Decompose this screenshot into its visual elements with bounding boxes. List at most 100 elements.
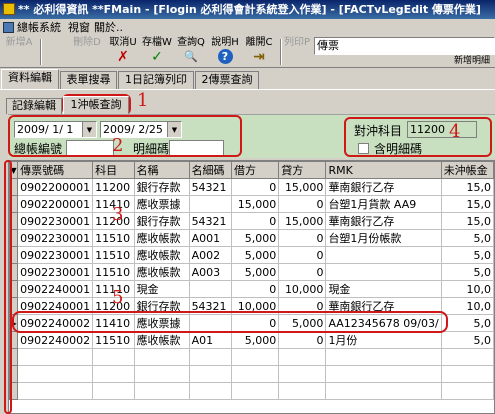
table-cell[interactable]: 5,0 bbox=[440, 263, 494, 281]
menu-window[interactable]: 視窗 bbox=[68, 19, 90, 36]
query-button[interactable]: 查詢Q 🔍 bbox=[174, 37, 208, 67]
column-header[interactable]: 貸方 bbox=[278, 161, 327, 179]
table-cell[interactable]: 10,000 bbox=[278, 280, 327, 298]
table-cell[interactable]: 5,0 bbox=[440, 229, 494, 247]
table-cell[interactable]: 5,0 bbox=[440, 246, 494, 264]
table-cell[interactable]: 華南銀行乙存 bbox=[325, 212, 442, 230]
table-cell[interactable]: 5,000 bbox=[231, 331, 280, 349]
table-row[interactable]: 0902230001 11200 銀行存款 54321 0 15,000 華南銀行乙存 15,… bbox=[9, 212, 494, 230]
help-button[interactable]: 說明H ? bbox=[208, 37, 242, 67]
table-cell[interactable]: 54321 bbox=[188, 212, 233, 230]
table-cell[interactable] bbox=[188, 195, 233, 213]
table-cell[interactable]: 15,0 bbox=[440, 195, 494, 213]
column-header[interactable]: 名細碼 bbox=[188, 161, 233, 179]
tab-form-search[interactable]: 表單搜尋 bbox=[60, 71, 117, 89]
doc-type-select[interactable]: 傳票 bbox=[314, 37, 495, 55]
table-cell[interactable]: 1月份 bbox=[325, 331, 442, 349]
tab-offset-query[interactable]: 1沖帳查詢 bbox=[63, 96, 129, 114]
table-cell[interactable]: 5,000 bbox=[231, 263, 280, 281]
column-header[interactable]: 名稱 bbox=[133, 161, 190, 179]
table-cell[interactable] bbox=[325, 246, 442, 264]
cancel-button[interactable]: 取消U ✗ bbox=[106, 37, 140, 67]
menu-ledger-system[interactable]: 總帳系統 bbox=[17, 19, 61, 36]
table-cell[interactable]: 0 bbox=[278, 229, 327, 247]
table-cell[interactable]: 0 bbox=[231, 178, 280, 196]
table-cell[interactable]: 11510 bbox=[92, 331, 135, 349]
tab-record-edit[interactable]: 記錄編輯 bbox=[6, 98, 62, 114]
menu-about[interactable]: 關於.. bbox=[94, 19, 123, 36]
table-cell[interactable]: 現金 bbox=[133, 280, 190, 298]
table-cell[interactable]: 0 bbox=[231, 212, 280, 230]
print-button[interactable]: 列印P bbox=[282, 37, 312, 67]
table-cell[interactable]: 現金 bbox=[325, 280, 442, 298]
table-cell[interactable]: 應收帳款 bbox=[133, 263, 190, 281]
table-row[interactable]: 0902230001 11510 應收帳款 A001 5,000 0 台塑1月份帳款 5,0 bbox=[9, 229, 494, 247]
table-cell[interactable]: 10,0 bbox=[440, 280, 494, 298]
table-cell[interactable]: 應收帳款 bbox=[133, 246, 190, 264]
table-cell[interactable]: 0902200001 bbox=[17, 178, 94, 196]
column-header[interactable]: 傳票號碼 bbox=[17, 161, 94, 179]
table-cell[interactable]: 0 bbox=[278, 263, 327, 281]
table-cell[interactable]: A002 bbox=[188, 246, 233, 264]
table-cell[interactable]: 15,000 bbox=[278, 212, 327, 230]
table-cell[interactable]: 54321 bbox=[188, 178, 233, 196]
table-cell[interactable]: A003 bbox=[188, 263, 233, 281]
table-cell[interactable]: 應收帳款 bbox=[133, 331, 190, 349]
table-cell[interactable]: 11510 bbox=[92, 229, 135, 247]
table-cell[interactable]: 華南銀行乙存 bbox=[325, 178, 442, 196]
table-cell[interactable]: 台塑1月貨款 AA9 bbox=[325, 195, 442, 213]
table-cell[interactable]: 15,000 bbox=[278, 178, 327, 196]
table-row[interactable]: 0902240001 11110 現金 0 10,000 現金 10,0 bbox=[9, 280, 494, 298]
table-cell[interactable]: A001 bbox=[188, 229, 233, 247]
column-header[interactable]: RMK bbox=[325, 161, 442, 179]
table-cell[interactable]: 銀行存款 bbox=[133, 178, 190, 196]
table-cell[interactable]: 台塑1月份帳款 bbox=[325, 229, 442, 247]
table-row[interactable]: 0902240002 11510 應收帳款 A01 5,000 0 1月份 5,0 bbox=[9, 331, 494, 349]
table-cell[interactable]: 10,0 bbox=[440, 297, 494, 315]
table-cell[interactable]: 0902240001 bbox=[17, 280, 94, 298]
delete-button[interactable]: 刪除D bbox=[70, 37, 104, 67]
table-row[interactable]: 0902230001 11510 應收帳款 A002 5,000 0 5,0 bbox=[9, 246, 494, 264]
table-cell[interactable]: 15,000 bbox=[231, 195, 280, 213]
table-cell[interactable] bbox=[188, 280, 233, 298]
column-header[interactable]: 借方 bbox=[231, 161, 280, 179]
table-cell[interactable]: 0 bbox=[231, 280, 280, 298]
column-header[interactable]: 未沖帳金 bbox=[440, 161, 494, 179]
table-cell[interactable]: 5,0 bbox=[440, 314, 494, 332]
table-cell[interactable]: 0 bbox=[278, 195, 327, 213]
save-button[interactable]: 存檔W ✓ bbox=[140, 37, 174, 67]
column-header[interactable]: 科目 bbox=[92, 161, 135, 179]
table-cell[interactable]: 0 bbox=[278, 246, 327, 264]
table-cell[interactable]: 5,000 bbox=[231, 246, 280, 264]
table-row[interactable]: 0902230001 11510 應收帳款 A003 5,000 0 5,0 bbox=[9, 263, 494, 281]
table-cell[interactable]: 15,0 bbox=[440, 212, 494, 230]
table-cell[interactable]: 0902230001 bbox=[17, 229, 94, 247]
table-cell[interactable]: 0902240002 bbox=[17, 331, 94, 349]
table-cell[interactable]: 應收帳款 bbox=[133, 229, 190, 247]
tab-voucher-query[interactable]: 2傳票查詢 bbox=[195, 71, 259, 89]
table-cell[interactable]: 11200 bbox=[92, 178, 135, 196]
table-cell[interactable]: A01 bbox=[188, 331, 233, 349]
table-cell[interactable]: 11510 bbox=[92, 246, 135, 264]
table-cell[interactable]: 應收票據 bbox=[133, 195, 190, 213]
table-cell[interactable]: 15,0 bbox=[440, 178, 494, 196]
empty-cell bbox=[188, 365, 233, 383]
annotation-number-1: 1 bbox=[137, 90, 149, 111]
tab-journal-print[interactable]: 1日記簿列印 bbox=[118, 71, 194, 89]
exit-button[interactable]: 離開C ⇥ bbox=[242, 37, 276, 67]
table-cell[interactable] bbox=[325, 263, 442, 281]
table-cell[interactable]: 5,0 bbox=[440, 331, 494, 349]
table-cell[interactable]: 0 bbox=[278, 331, 327, 349]
table-cell[interactable]: 0902230001 bbox=[17, 263, 94, 281]
table-cell[interactable]: 11510 bbox=[92, 263, 135, 281]
table-row[interactable]: 0902200001 11410 應收票據 15,000 0 台塑1月貨款 AA9 15,0 bbox=[9, 195, 494, 213]
table-cell[interactable]: 0902230001 bbox=[17, 212, 94, 230]
table-cell[interactable]: 0902200001 bbox=[17, 195, 94, 213]
table-cell[interactable]: 5,000 bbox=[231, 229, 280, 247]
table-cell[interactable]: 0902230001 bbox=[17, 246, 94, 264]
new-detail-button[interactable]: 新增明細 bbox=[454, 55, 495, 68]
tab-data-edit[interactable]: 資料編輯 bbox=[1, 69, 59, 89]
add-button[interactable]: 新增A bbox=[2, 37, 36, 67]
table-cell[interactable]: 銀行存款 bbox=[133, 212, 190, 230]
table-row[interactable]: 0902200001 11200 銀行存款 54321 0 15,000 華南銀行乙存 15,… bbox=[9, 178, 494, 196]
